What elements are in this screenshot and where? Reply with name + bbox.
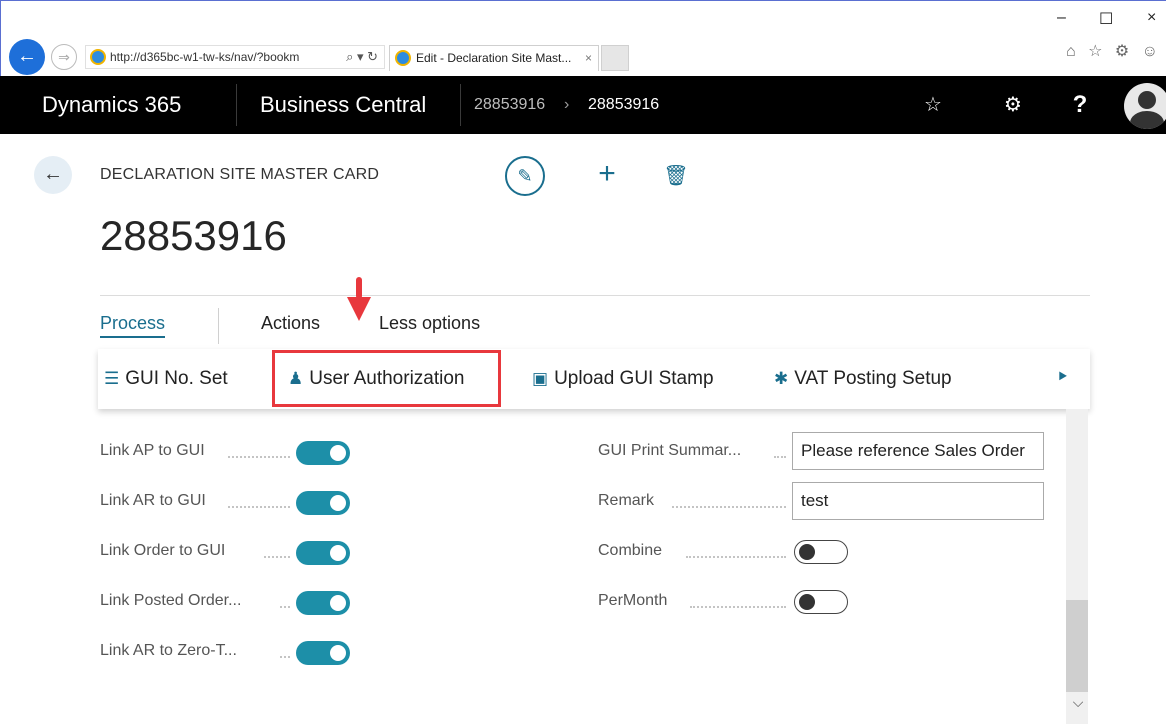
- maximize-icon[interactable]: ☐: [1099, 9, 1113, 29]
- app-header: Dynamics 365 Business Central 28853916 ›…: [0, 76, 1166, 134]
- avatar-body-icon: [1130, 111, 1164, 129]
- new-plus-icon[interactable]: +: [590, 157, 624, 193]
- help-icon[interactable]: ?: [1068, 76, 1092, 134]
- field-leader-dots: [280, 606, 290, 608]
- scroll-down-chevron-icon[interactable]: ⌵: [1068, 690, 1088, 714]
- field-leader-dots: [228, 506, 290, 508]
- toggle-knob: [330, 495, 346, 511]
- address-url: http://d365bc-w1-tw-ks/nav/?bookm: [110, 50, 300, 64]
- avatar-head-icon: [1138, 91, 1156, 109]
- annotation-arrow-icon: [347, 297, 371, 321]
- delete-trash-icon[interactable]: 🗑: [662, 160, 690, 192]
- action-bar-divider: [100, 295, 1090, 296]
- browser-toolbar-icons[interactable]: ⌂ ☆ ⚙ ☺: [1066, 41, 1162, 61]
- tab-title: Edit - Declaration Site Mast...: [416, 51, 572, 65]
- breadcrumb-company[interactable]: 28853916: [474, 76, 545, 134]
- header-divider: [460, 84, 461, 126]
- field-leader-dots: [280, 656, 290, 658]
- field-label-permonth: PerMonth: [598, 592, 668, 609]
- field-label-gui-print-summary: GUI Print Summar...: [598, 442, 742, 459]
- toggle-knob: [330, 445, 346, 461]
- header-divider: [236, 84, 237, 126]
- remark-input[interactable]: test: [792, 482, 1044, 520]
- gui-no-set-button[interactable]: ☰ GUI No. Set: [104, 349, 228, 409]
- page-title: 28853916: [100, 212, 287, 259]
- toggle-link-ap[interactable]: [296, 441, 350, 465]
- menu-divider: [218, 308, 219, 344]
- field-label-link-posted-order: Link Posted Order...: [100, 592, 242, 609]
- tab-less-options[interactable]: Less options: [379, 313, 480, 334]
- gui-print-summary-input[interactable]: Please reference Sales Order: [792, 432, 1044, 470]
- tab-process[interactable]: Process: [100, 313, 166, 338]
- field-label-link-ap: Link AP to GUI: [100, 442, 205, 459]
- toggle-knob: [330, 545, 346, 561]
- browser-tab[interactable]: Edit - Declaration Site Mast... ×: [389, 45, 599, 71]
- browser-back-button[interactable]: ←: [9, 39, 45, 75]
- page-back-button[interactable]: ←: [34, 156, 72, 194]
- new-tab-button[interactable]: [601, 45, 629, 71]
- breadcrumb-separator-icon: ›: [564, 96, 570, 113]
- setup-gears-icon: ✱: [774, 369, 789, 388]
- ribbon-label: GUI No. Set: [125, 368, 228, 389]
- breadcrumb-current: 28853916: [588, 96, 660, 113]
- field-label-link-ar-zero: Link AR to Zero-T...: [100, 642, 237, 659]
- toggle-link-order[interactable]: [296, 541, 350, 565]
- field-leader-dots: [690, 606, 786, 608]
- settings-gear-icon[interactable]: ⚙: [998, 76, 1028, 134]
- gui-no-set-icon: ☰: [104, 369, 120, 388]
- page-caption: DECLARATION SITE MASTER CARD: [100, 166, 380, 183]
- minimize-icon[interactable]: –: [1057, 9, 1066, 27]
- field-leader-dots: [264, 556, 290, 558]
- annotation-arrow-shaft: [356, 277, 362, 299]
- field-leader-dots: [774, 456, 786, 458]
- field-label-link-ar: Link AR to GUI: [100, 492, 206, 509]
- field-leader-dots: [672, 506, 786, 508]
- browser-forward-button[interactable]: ⇒: [51, 44, 77, 70]
- upload-gui-stamp-button[interactable]: ▣ Upload GUI Stamp: [532, 349, 714, 409]
- toggle-combine[interactable]: [794, 540, 848, 564]
- user-avatar[interactable]: [1124, 83, 1166, 129]
- address-tools-icon[interactable]: ⌕ ▾ ↻: [346, 46, 378, 68]
- toggle-knob: [799, 594, 815, 610]
- address-bar[interactable]: http://d365bc-w1-tw-ks/nav/?bookm ⌕ ▾ ↻: [85, 45, 385, 69]
- highlight-box: [272, 350, 501, 407]
- image-icon: ▣: [532, 369, 549, 388]
- tab-ie-icon: [395, 50, 411, 66]
- app-name[interactable]: Business Central: [260, 76, 426, 134]
- browser-toolbar: ← ⇒ http://d365bc-w1-tw-ks/nav/?bookm ⌕ …: [0, 0, 1166, 76]
- toggle-link-ar[interactable]: [296, 491, 350, 515]
- toggle-knob: [330, 645, 346, 661]
- pin-icon[interactable]: ⯈: [1056, 369, 1069, 387]
- field-leader-dots: [686, 556, 786, 558]
- scrollbar-thumb[interactable]: [1066, 600, 1088, 692]
- tab-close-icon[interactable]: ×: [585, 46, 592, 70]
- tab-actions[interactable]: Actions: [261, 313, 320, 334]
- toggle-link-ar-zero[interactable]: [296, 641, 350, 665]
- lightbulb-icon[interactable]: ☆: [918, 76, 948, 134]
- field-label-combine: Combine: [598, 542, 663, 559]
- ie-logo-icon: [90, 49, 106, 65]
- action-ribbon: ☰ GUI No. Set ♟ User Authorization ▣ Upload…: [98, 349, 1090, 409]
- vat-posting-setup-button[interactable]: ✱ VAT Posting Setup: [774, 349, 952, 409]
- toggle-knob: [799, 544, 815, 560]
- product-name[interactable]: Dynamics 365: [42, 76, 181, 134]
- field-leader-dots: [228, 456, 290, 458]
- ribbon-label: Upload GUI Stamp: [554, 368, 714, 389]
- field-label-link-order: Link Order to GUI: [100, 542, 226, 559]
- edit-pencil-icon[interactable]: ✎: [505, 156, 545, 196]
- field-label-remark: Remark: [598, 492, 655, 509]
- toggle-link-posted-order[interactable]: [296, 591, 350, 615]
- toggle-permonth[interactable]: [794, 590, 848, 614]
- close-window-icon[interactable]: ×: [1147, 9, 1156, 27]
- toggle-knob: [330, 595, 346, 611]
- ribbon-label: VAT Posting Setup: [794, 368, 952, 389]
